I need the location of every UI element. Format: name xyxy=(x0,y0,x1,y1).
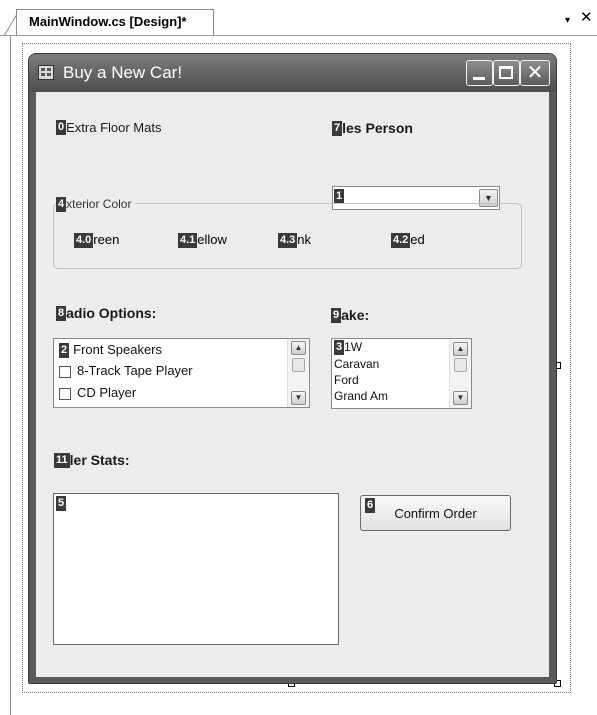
close-icon: ✕ xyxy=(526,62,544,84)
tab-index-badge: 0 xyxy=(56,120,67,136)
scroll-down-icon[interactable]: ▼ xyxy=(453,391,468,405)
radio-options-text: adio Options: xyxy=(66,305,157,321)
list-item[interactable]: CD Player xyxy=(59,385,136,400)
radio-options-list[interactable]: 2 Front Speakers 8-Track Tape Player CD P… xyxy=(53,338,310,408)
tab-index-badge: 4 xyxy=(56,197,67,213)
radio-green-label: reen xyxy=(93,232,120,247)
tab-index-badge: 7 xyxy=(332,121,343,137)
list-item[interactable]: Ford xyxy=(334,373,359,387)
title-bar[interactable]: Buy a New Car! ✕ xyxy=(29,54,556,92)
document-tab-label: MainWindow.cs [Design]* xyxy=(29,14,187,29)
make-label: 9 ake: xyxy=(331,307,369,325)
maximize-button[interactable] xyxy=(493,60,520,86)
scroll-thumb[interactable] xyxy=(292,358,305,372)
scroll-up-icon[interactable]: ▲ xyxy=(291,341,306,355)
sales-person-text: les Person xyxy=(342,120,413,136)
tab-index-badge: 4.1 xyxy=(178,233,198,249)
tab-index-badge: 2 xyxy=(59,343,70,359)
tab-index-badge: 5 xyxy=(56,496,67,511)
floor-mats-checkbox[interactable]: 0 Extra Floor Mats xyxy=(56,119,161,137)
tab-index-badge: 4.0 xyxy=(74,233,94,249)
floor-mats-label: Extra Floor Mats xyxy=(66,120,162,135)
tab-index-badge: 4.3 xyxy=(278,233,298,249)
list-item-label: Front Speakers xyxy=(73,342,162,357)
scroll-up-icon[interactable]: ▲ xyxy=(453,342,468,356)
document-tab[interactable]: MainWindow.cs [Design]* xyxy=(16,9,214,35)
list-item[interactable]: Caravan xyxy=(334,357,379,371)
chevron-down-icon[interactable]: ▾ xyxy=(565,15,570,26)
make-text: ake: xyxy=(341,307,370,323)
checkbox[interactable] xyxy=(59,387,71,400)
tab-index-badge: 9 xyxy=(331,308,342,324)
make-list[interactable]: 3 1W Caravan Ford Grand Am ▲ ▼ xyxy=(331,338,472,409)
tab-index-badge: 11 xyxy=(54,453,70,469)
list-item[interactable]: Grand Am xyxy=(334,389,388,403)
tab-index-badge: 8 xyxy=(56,306,67,322)
form-title: Buy a New Car! xyxy=(63,63,183,82)
tab-index-badge: 1 xyxy=(334,189,345,204)
order-stats-label: 11 ler Stats: xyxy=(54,452,130,470)
list-item-label: 1W xyxy=(344,340,363,354)
radio-yellow-label: ellow xyxy=(197,232,227,247)
order-stats-textbox[interactable]: 5 xyxy=(53,493,339,645)
maximize-icon xyxy=(499,66,513,79)
close-button[interactable]: ✕ xyxy=(520,60,550,86)
scroll-thumb[interactable] xyxy=(454,358,467,372)
minimize-icon xyxy=(473,77,485,80)
radio-pink[interactable]: 4.3 nk xyxy=(278,232,312,249)
form-client-area: 0 Extra Floor Mats 7 les Person 1 ▼ 4 xteri… xyxy=(36,92,549,677)
confirm-order-label: Confirm Order xyxy=(394,506,477,521)
radio-pink-label: nk xyxy=(297,232,312,247)
designer-tab-strip: MainWindow.cs [Design]* ▾ ✕ xyxy=(0,0,597,36)
list-item[interactable]: 2 Front Speakers xyxy=(59,342,162,359)
scrollbar[interactable]: ▲ ▼ xyxy=(287,339,309,407)
radio-yellow[interactable]: 4.1 ellow xyxy=(178,232,227,249)
sales-person-label: 7 les Person xyxy=(332,120,413,138)
checkbox[interactable] xyxy=(59,365,71,378)
scrollbar[interactable]: ▲ ▼ xyxy=(449,339,471,408)
list-item[interactable]: 3 1W xyxy=(334,340,363,356)
close-tab-icon[interactable]: ✕ xyxy=(580,8,593,26)
tab-index-badge: 4.2 xyxy=(391,233,411,249)
form-window[interactable]: Buy a New Car! ✕ 0 Extra Floor Mats 7 les … xyxy=(28,53,557,684)
list-item-label: 8-Track Tape Player xyxy=(77,363,193,378)
radio-options-label: 8 adio Options: xyxy=(56,305,156,323)
order-stats-text: ler Stats: xyxy=(69,452,130,468)
minimize-button[interactable] xyxy=(466,60,493,86)
list-item-label: CD Player xyxy=(77,385,137,400)
radio-red-label: ed xyxy=(410,232,425,247)
confirm-order-button[interactable]: 6 Confirm Order xyxy=(360,495,511,531)
exterior-color-title: 4 xterior Color xyxy=(56,197,136,213)
exterior-color-text: xterior Color xyxy=(66,197,132,211)
tab-index-badge: 3 xyxy=(334,340,345,356)
radio-red[interactable]: 4.2 ed xyxy=(391,232,425,249)
scroll-down-icon[interactable]: ▼ xyxy=(291,391,306,405)
radio-green[interactable]: 4.0 reen xyxy=(74,232,120,249)
form-icon xyxy=(38,65,54,80)
list-item[interactable]: 8-Track Tape Player xyxy=(59,363,193,378)
